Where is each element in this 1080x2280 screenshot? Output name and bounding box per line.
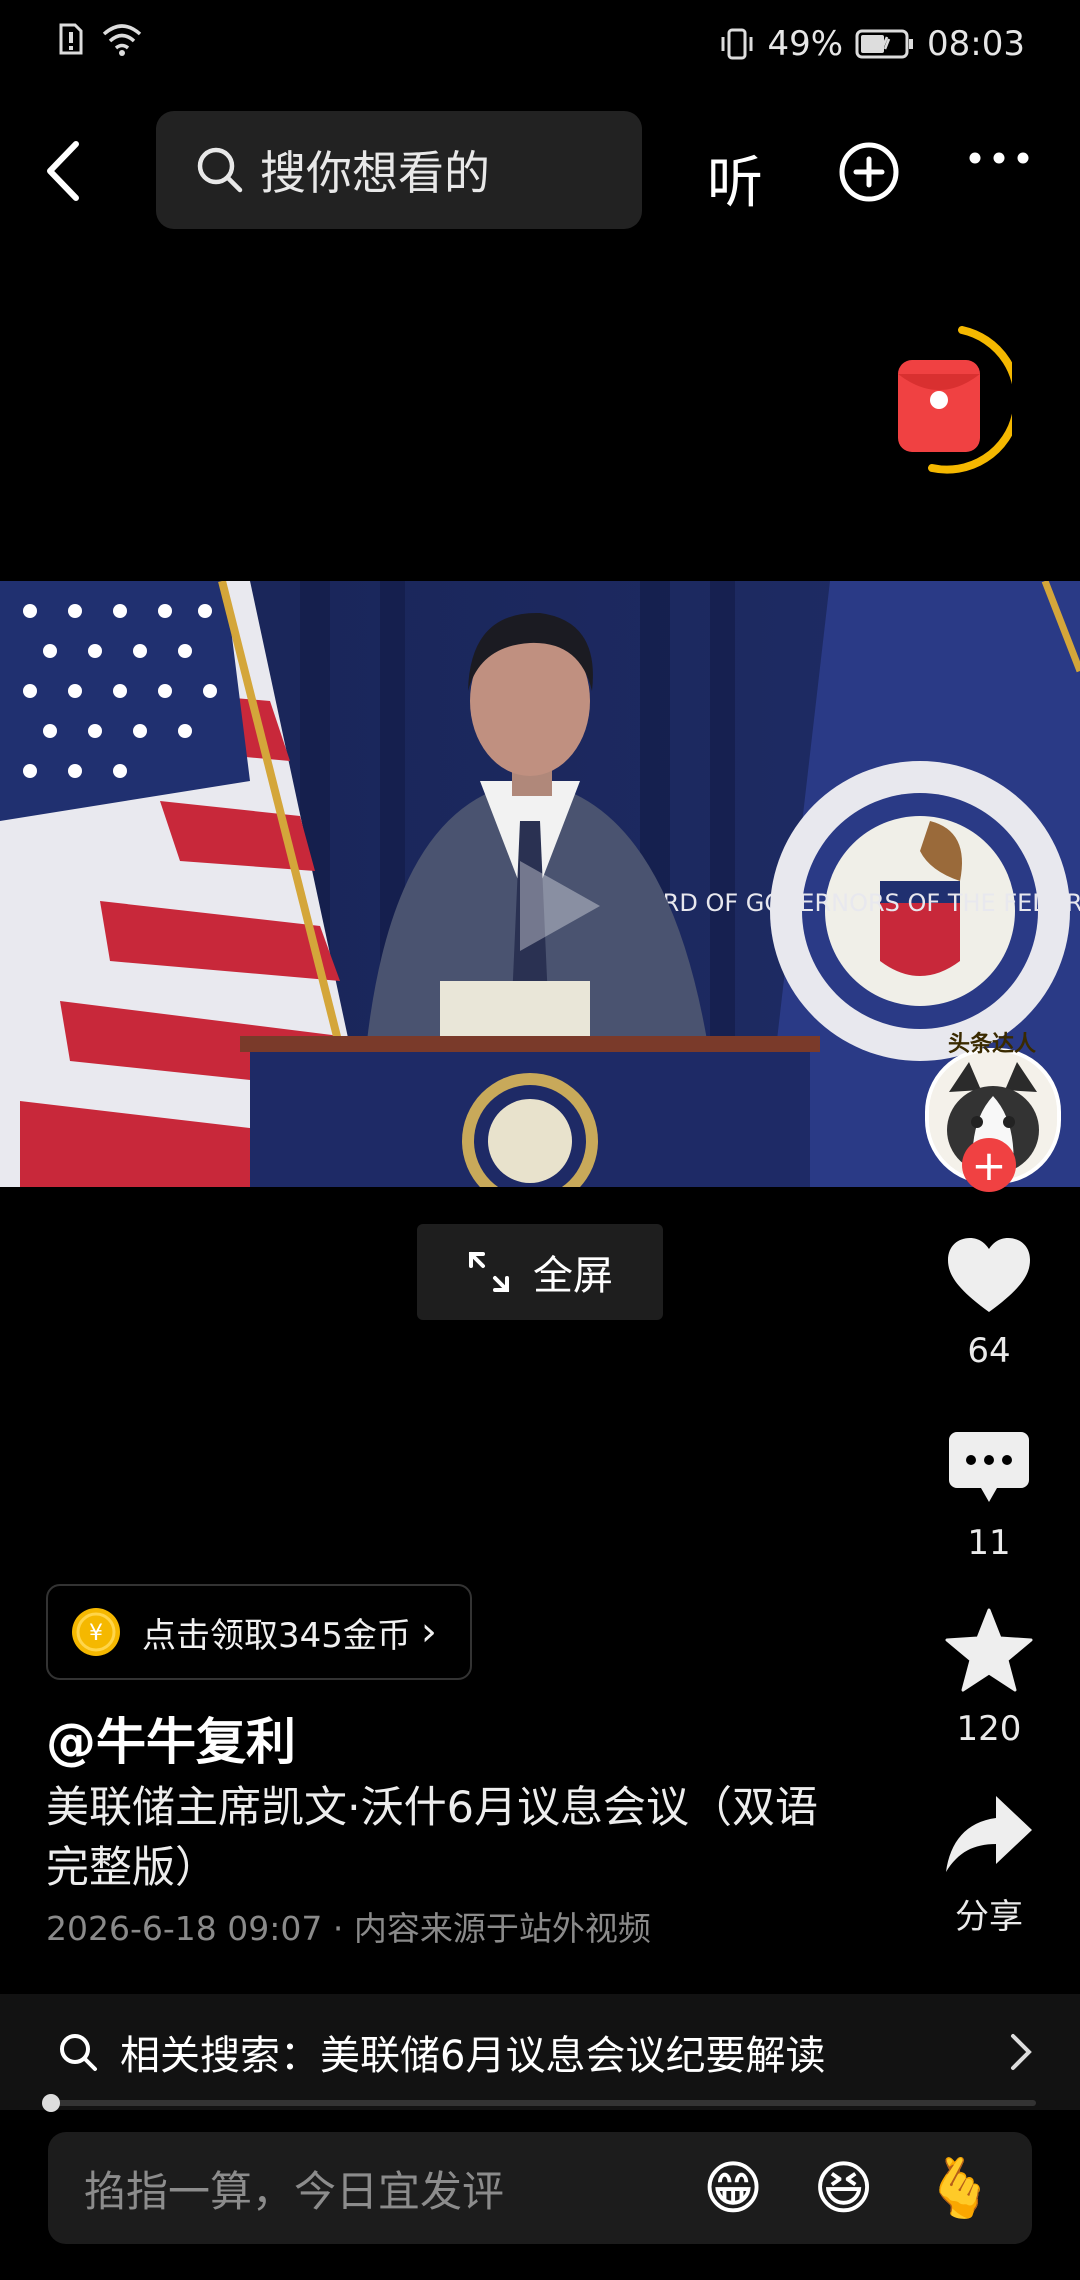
finger-heart-emoji-button[interactable]: 🫰 — [924, 2154, 996, 2223]
heart-icon — [948, 1238, 1030, 1312]
coins-label: 点击领取345金币 — [142, 1615, 411, 1656]
red-packet-icon — [898, 326, 1022, 474]
fullscreen-label: 全屏 — [533, 1253, 613, 1299]
related-search-label: 相关搜索：美联储6月议息会议纪要解读 — [120, 2033, 826, 2079]
red-packet-button[interactable] — [882, 326, 1022, 476]
like-count: 64 — [967, 1331, 1011, 1371]
add-circle-icon — [839, 142, 899, 202]
back-arrow-icon — [47, 141, 79, 201]
avatar-badge: 头条达人 — [948, 1032, 1037, 1057]
search-box[interactable]: 搜你想看的 — [156, 111, 642, 229]
claim-coins-button[interactable]: ¥ 点击领取345金币 › — [46, 1584, 472, 1680]
comment-bubble-icon — [949, 1432, 1029, 1502]
wifi-icon — [102, 24, 142, 56]
favorite-count: 120 — [956, 1709, 1022, 1749]
status-right: 49% 08:03 — [719, 24, 1025, 64]
status-bar: 49% 08:03 — [0, 0, 1080, 90]
publish-button[interactable] — [838, 141, 900, 207]
back-button[interactable] — [40, 138, 90, 204]
comment-button[interactable]: 11 — [929, 1430, 1049, 1563]
fullscreen-button[interactable]: 全屏 — [417, 1224, 663, 1320]
video-player[interactable]: BOARD OF GOVERNORS OF THE FEDERAL RESERV… — [0, 581, 1080, 1187]
svg-text:¥: ¥ — [89, 1621, 103, 1646]
expand-icon — [469, 1252, 509, 1292]
coin-icon: ¥ — [72, 1608, 120, 1656]
laugh-emoji-button[interactable]: 😆 — [813, 2154, 873, 2222]
share-arrow-icon — [946, 1796, 1032, 1872]
post-meta: 2026-6-18 09:07 · 内容来源于站外视频 — [46, 1909, 651, 1948]
battery-icon — [855, 29, 914, 59]
search-placeholder: 搜你想看的 — [260, 146, 490, 200]
seal-text: BOARD OF GOVERNORS OF THE FEDERAL RESERV… — [612, 889, 1080, 917]
listen-button[interactable]: 听 — [707, 138, 763, 219]
search-icon — [60, 2034, 97, 2071]
star-icon — [945, 1608, 1033, 1692]
sim-alert-icon — [59, 23, 83, 55]
clock: 08:03 — [927, 24, 1025, 64]
search-icon — [197, 147, 243, 193]
share-label: 分享 — [955, 1897, 1023, 1937]
share-button[interactable]: 分享 — [929, 1794, 1049, 1938]
status-left-icons — [58, 22, 142, 56]
follow-button[interactable]: + — [962, 1138, 1016, 1192]
plus-icon: + — [971, 1140, 1007, 1190]
video-title: 美联储主席凯文·沃什6月议息会议（双语完整版） — [46, 1783, 819, 1893]
chevron-right-icon — [1011, 2034, 1032, 2070]
comment-placeholder: 掐指一算，今日宜发评 — [84, 2166, 505, 2216]
favorite-button[interactable]: 120 — [929, 1608, 1049, 1749]
comment-count: 11 — [967, 1523, 1011, 1563]
video-frame: BOARD OF GOVERNORS OF THE FEDERAL RESERV… — [0, 581, 1080, 1187]
comment-input[interactable]: 掐指一算，今日宜发评 😁 😆 🫰 — [48, 2132, 1032, 2244]
chevron-right-icon: › — [420, 1609, 437, 1655]
more-dots-icon — [969, 152, 1029, 164]
battery-percent: 49% — [767, 24, 844, 64]
progress-knob[interactable] — [42, 2094, 60, 2112]
related-search-bar[interactable]: 相关搜索：美联储6月议息会议纪要解读 — [0, 1994, 1080, 2110]
like-button[interactable]: 64 — [929, 1236, 1049, 1371]
playback-progress-bar[interactable] — [48, 2100, 1036, 2106]
grin-emoji-button[interactable]: 😁 — [703, 2154, 763, 2222]
author-name[interactable]: @牛牛复利 — [46, 1702, 296, 1774]
more-button[interactable] — [968, 150, 1030, 170]
vibrate-icon — [721, 28, 753, 60]
